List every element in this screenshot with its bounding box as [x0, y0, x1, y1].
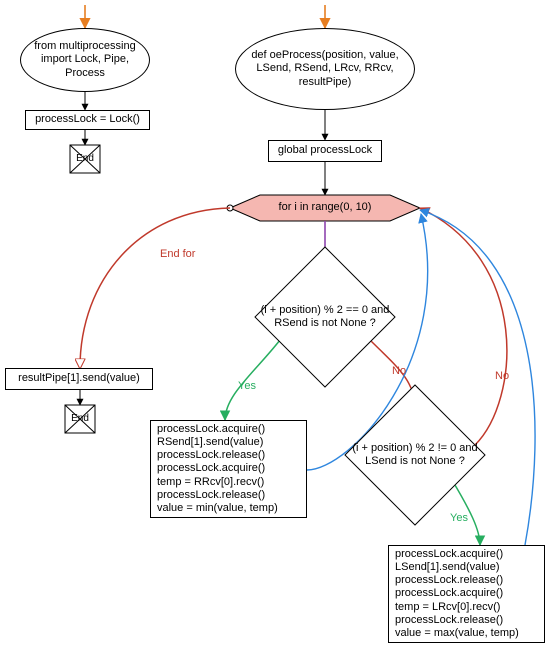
- end-node-bottom-label: End: [71, 413, 89, 425]
- rect-process-lock-init-label: processLock = Lock(): [35, 113, 140, 126]
- label-cond1-yes: Yes: [238, 380, 256, 392]
- hex-for-loop-label: for i in range(0, 10): [279, 201, 372, 214]
- ellipse-import-label: from multiprocessing import Lock, Pipe, …: [27, 40, 143, 80]
- diamond-cond1: (i + position) % 2 == 0 and RSend is not…: [245, 262, 405, 372]
- ellipse-func-def: def oeProcess(position, value, LSend, RS…: [235, 28, 415, 110]
- end-node-bottom: End: [65, 409, 95, 429]
- rect-global-label: global processLock: [278, 144, 372, 157]
- rect-block-left: processLock.acquire() LSend[1].send(valu…: [388, 545, 545, 643]
- rect-block-left-label: processLock.acquire() LSend[1].send(valu…: [395, 548, 519, 640]
- ellipse-func-def-label: def oeProcess(position, value, LSend, RS…: [242, 49, 408, 89]
- rect-process-lock-init: processLock = Lock(): [25, 110, 150, 130]
- rect-result-send: resultPipe[1].send(value): [5, 368, 153, 390]
- label-cond2-yes: Yes: [450, 512, 468, 524]
- rect-block-right: processLock.acquire() RSend[1].send(valu…: [150, 420, 307, 518]
- ellipse-import: from multiprocessing import Lock, Pipe, …: [20, 28, 150, 92]
- diamond-cond2-label: (i + position) % 2 != 0 and LSend is not…: [341, 442, 489, 468]
- label-cond2-no: No: [495, 370, 509, 382]
- rect-result-send-label: resultPipe[1].send(value): [18, 372, 140, 385]
- rect-block-right-label: processLock.acquire() RSend[1].send(valu…: [157, 423, 278, 515]
- diamond-cond2: (i + position) % 2 != 0 and LSend is not…: [335, 400, 495, 510]
- diamond-cond1-label: (i + position) % 2 == 0 and RSend is not…: [251, 304, 399, 330]
- label-end-for: End for: [160, 248, 195, 260]
- end-node-left: End: [70, 149, 100, 169]
- hex-for-loop: for i in range(0, 10): [230, 195, 420, 221]
- rect-global: global processLock: [268, 140, 382, 162]
- end-node-left-label: End: [76, 153, 94, 165]
- label-cond1-no: No: [392, 365, 406, 377]
